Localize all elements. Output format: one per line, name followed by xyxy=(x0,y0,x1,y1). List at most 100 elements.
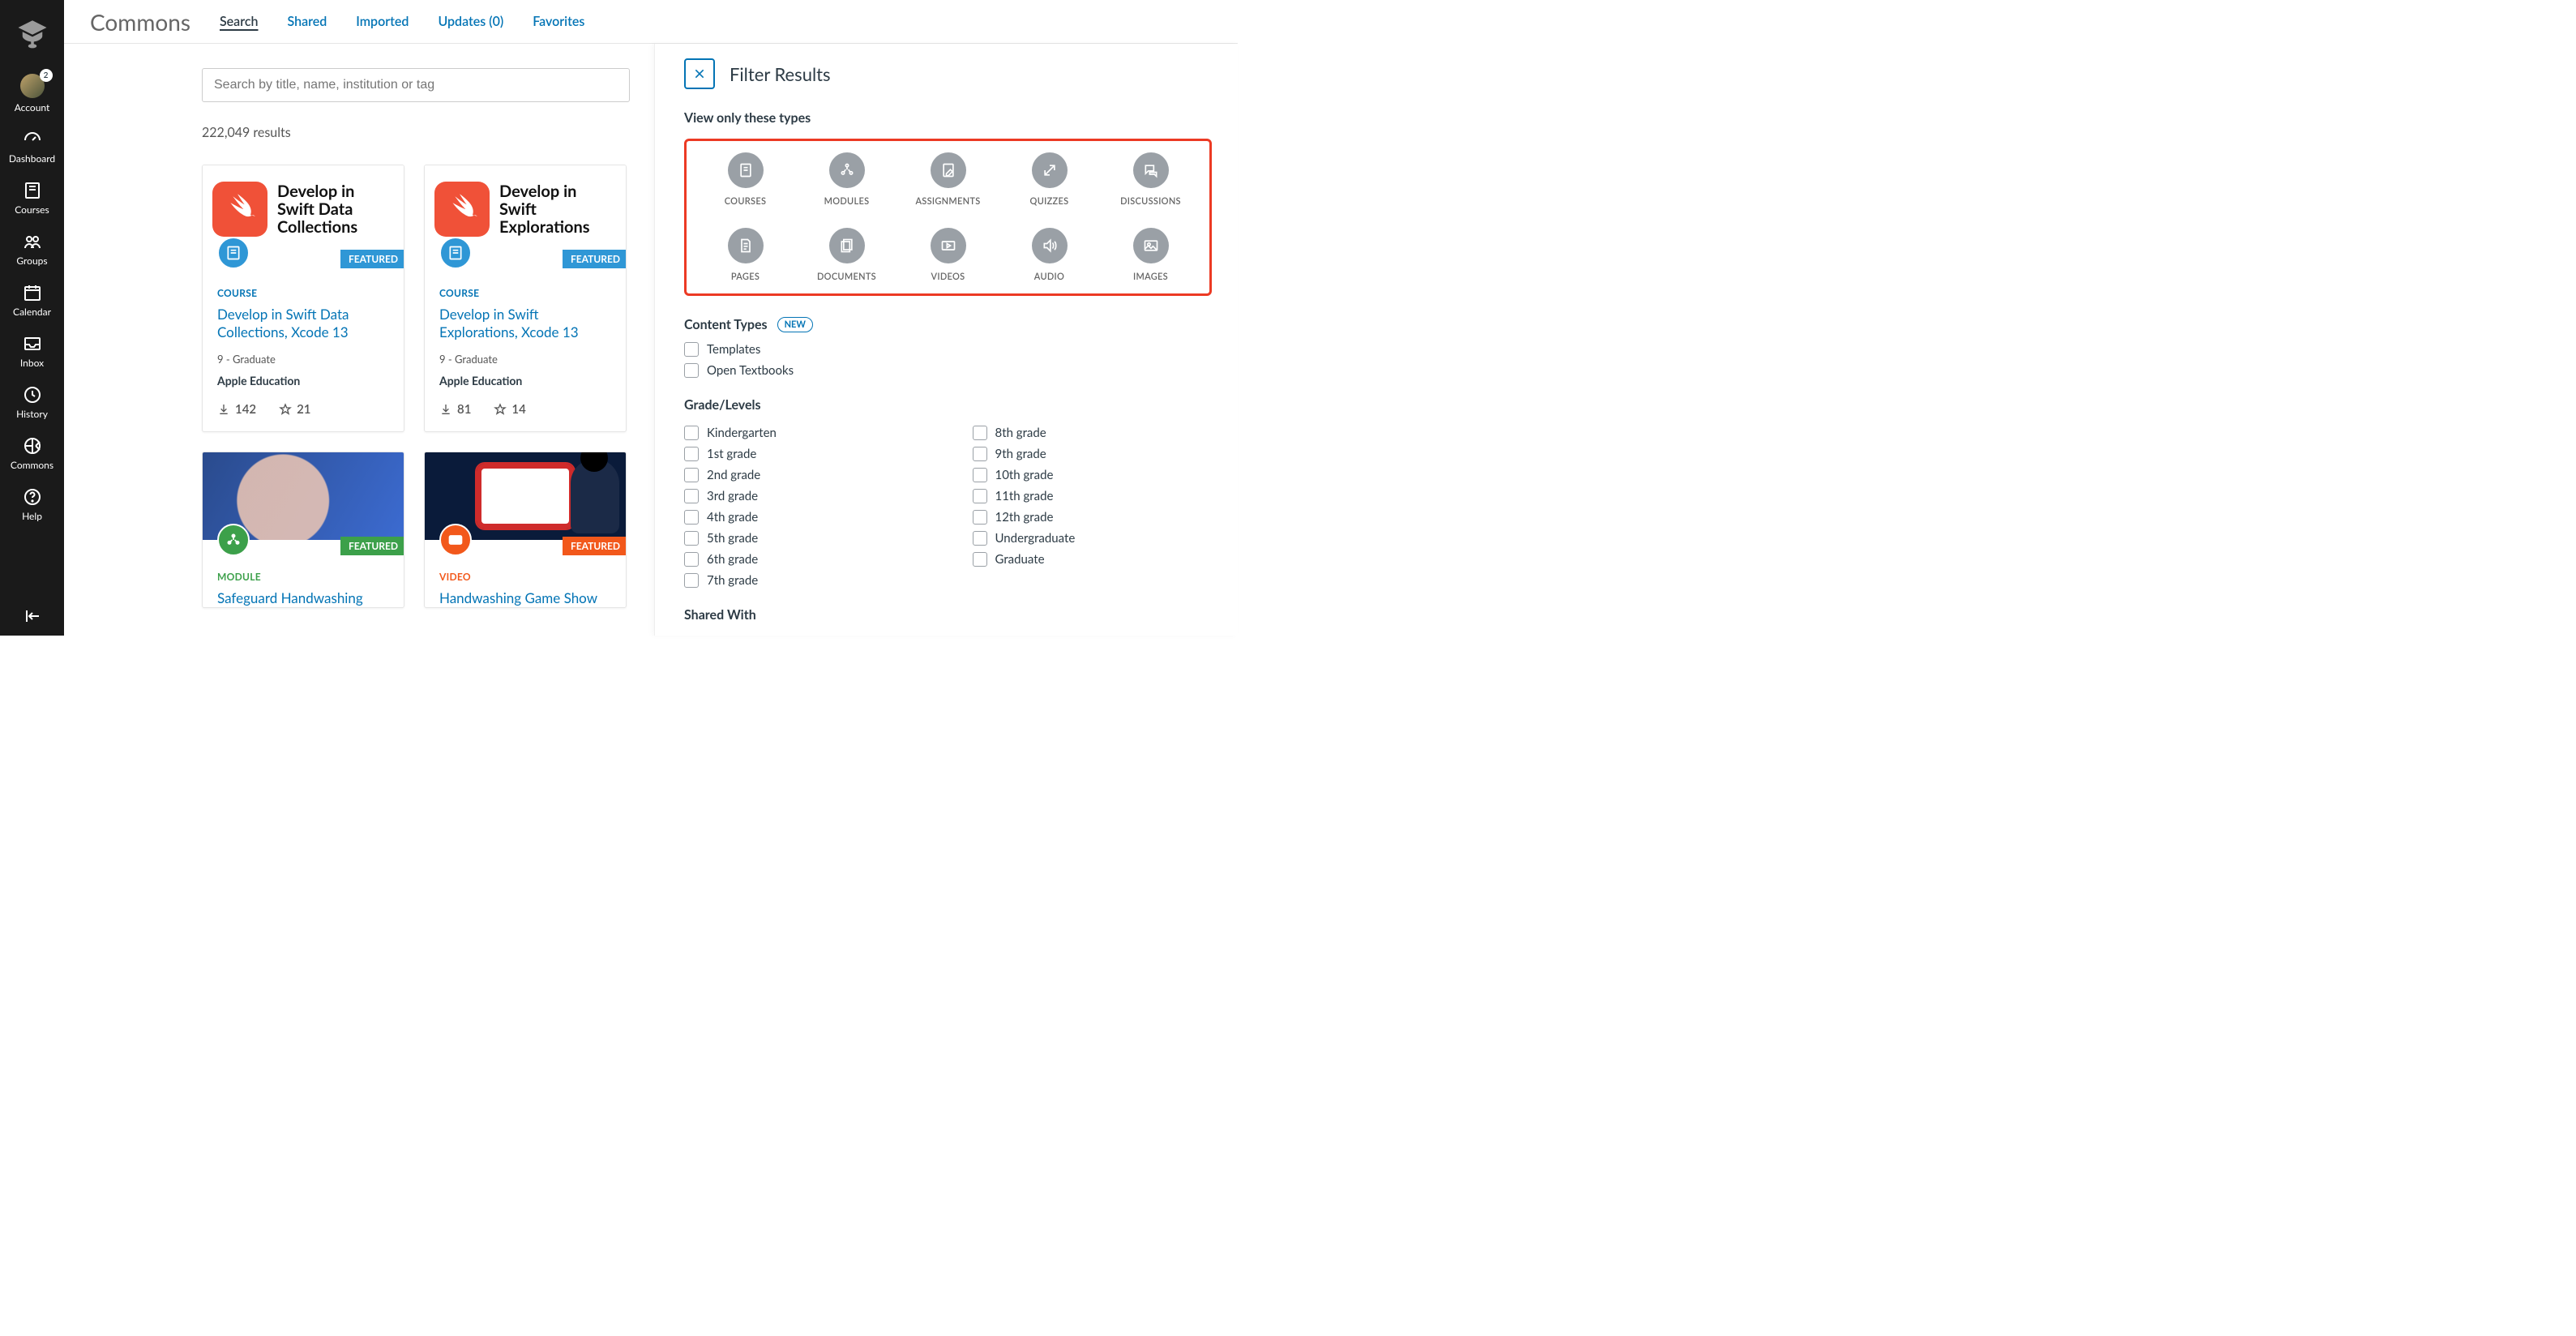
check-grade[interactable]: 3rd grade xyxy=(684,489,924,503)
type-videos[interactable]: VIDEOS xyxy=(897,228,999,282)
download-icon xyxy=(217,403,230,416)
card-kind: VIDEO xyxy=(439,571,611,583)
nav-help[interactable]: Help xyxy=(0,480,64,531)
check-templates[interactable]: Templates xyxy=(684,342,1212,357)
collapse-nav-icon[interactable] xyxy=(23,606,42,626)
check-grade[interactable]: 8th grade xyxy=(973,426,1213,440)
result-card[interactable]: Develop in Swift Explorations FEATURED C… xyxy=(424,165,627,432)
close-filter-button[interactable] xyxy=(684,58,715,89)
main-column: Commons Search Shared Imported Updates (… xyxy=(64,0,1238,636)
check-open-textbooks[interactable]: Open Textbooks xyxy=(684,363,1212,378)
check-grade[interactable]: 6th grade xyxy=(684,552,924,567)
downloads-stat: 142 xyxy=(217,402,256,417)
type-modules[interactable]: MODULES xyxy=(796,152,897,207)
nav-dashboard[interactable]: Dashboard xyxy=(0,122,64,173)
nav-label: Commons xyxy=(11,459,53,471)
nav-history[interactable]: History xyxy=(0,378,64,429)
thumb-title: Develop in Swift Data Collections xyxy=(277,182,394,236)
check-grade[interactable]: Undergraduate xyxy=(973,531,1213,546)
check-grade[interactable]: 12th grade xyxy=(973,510,1213,525)
close-icon xyxy=(693,67,706,80)
swift-icon xyxy=(434,182,490,237)
nav-groups[interactable]: Groups xyxy=(0,225,64,276)
check-grade[interactable]: 1st grade xyxy=(684,447,924,461)
check-grade[interactable]: 9th grade xyxy=(973,447,1213,461)
type-badge-course xyxy=(439,237,472,269)
account-badge: 2 xyxy=(40,69,53,82)
search-input[interactable] xyxy=(214,78,618,92)
check-grade[interactable]: 11th grade xyxy=(973,489,1213,503)
nav-label: Help xyxy=(22,510,42,522)
check-grade[interactable]: 10th grade xyxy=(973,468,1213,482)
filter-title: Filter Results xyxy=(730,63,831,85)
nav-commons[interactable]: Commons xyxy=(0,429,64,480)
tab-updates[interactable]: Updates (0) xyxy=(438,14,503,29)
type-courses[interactable]: COURSES xyxy=(695,152,796,207)
card-title[interactable]: Develop in Swift Data Collections, Xcode… xyxy=(217,306,389,341)
check-grade[interactable]: 7th grade xyxy=(684,573,924,588)
card-title[interactable]: Safeguard Handwashing xyxy=(217,589,389,607)
search-field[interactable] xyxy=(202,68,630,102)
check-grade[interactable]: 2nd grade xyxy=(684,468,924,482)
grades-heading: Grade/Levels xyxy=(684,397,1212,413)
download-icon xyxy=(439,403,452,416)
type-pages[interactable]: PAGES xyxy=(695,228,796,282)
nav-label: Courses xyxy=(15,203,49,216)
card-body: COURSE Develop in Swift Explorations, Xc… xyxy=(425,253,626,431)
nav-label: Calendar xyxy=(13,306,51,318)
favorites-stat: 14 xyxy=(494,402,525,417)
types-heading: View only these types xyxy=(684,110,1212,126)
featured-ribbon: FEATURED xyxy=(340,250,404,268)
card-author: Apple Education xyxy=(439,374,611,388)
type-quizzes[interactable]: QUIZZES xyxy=(999,152,1100,207)
thumb-title: Develop in Swift Explorations xyxy=(499,182,616,236)
card-title[interactable]: Handwashing Game Show xyxy=(439,589,611,607)
type-badge-video xyxy=(439,524,472,556)
downloads-stat: 81 xyxy=(439,402,471,417)
results-grid: Develop in Swift Data Collections FEATUR… xyxy=(202,165,630,608)
card-grades: 9 - Graduate xyxy=(439,353,611,366)
result-card[interactable]: Develop in Swift Data Collections FEATUR… xyxy=(202,165,404,432)
type-images[interactable]: IMAGES xyxy=(1100,228,1201,282)
check-grade[interactable]: Graduate xyxy=(973,552,1213,567)
featured-ribbon: FEATURED xyxy=(563,250,627,268)
check-grade[interactable]: 5th grade xyxy=(684,531,924,546)
result-count: 222,049 results xyxy=(202,125,630,140)
tab-favorites[interactable]: Favorites xyxy=(533,14,584,29)
card-kind: MODULE xyxy=(217,571,389,583)
star-icon xyxy=(279,403,292,416)
result-card[interactable]: FEATURED VIDEO Handwashing Game Show xyxy=(424,452,627,608)
nav-calendar[interactable]: Calendar xyxy=(0,276,64,327)
swift-icon xyxy=(212,182,267,237)
top-bar: Commons Search Shared Imported Updates (… xyxy=(64,0,1238,44)
result-card[interactable]: FEATURED MODULE Safeguard Handwashing xyxy=(202,452,404,608)
type-audio[interactable]: AUDIO xyxy=(999,228,1100,282)
type-discussions[interactable]: DISCUSSIONS xyxy=(1100,152,1201,207)
results-area: 222,049 results Develop in Swift Data Co… xyxy=(64,44,654,636)
nav-courses[interactable]: Courses xyxy=(0,173,64,225)
new-badge: NEW xyxy=(777,317,813,332)
grades-grid: Kindergarten 1st grade 2nd grade 3rd gra… xyxy=(684,426,1212,588)
check-grade[interactable]: Kindergarten xyxy=(684,426,924,440)
type-documents[interactable]: DOCUMENTS xyxy=(796,228,897,282)
card-kind: COURSE xyxy=(217,287,389,299)
nav-inbox[interactable]: Inbox xyxy=(0,327,64,378)
type-badge-course xyxy=(217,237,250,269)
tab-shared[interactable]: Shared xyxy=(288,14,327,29)
filter-panel: Filter Results View only these types COU… xyxy=(654,44,1238,636)
favorites-stat: 21 xyxy=(279,402,310,417)
card-author: Apple Education xyxy=(217,374,389,388)
featured-ribbon: FEATURED xyxy=(340,537,404,555)
check-grade[interactable]: 4th grade xyxy=(684,510,924,525)
shared-with-heading: Shared With xyxy=(684,607,1212,623)
global-nav: 2 Account Dashboard Courses Groups Calen… xyxy=(0,0,64,636)
type-assignments[interactable]: ASSIGNMENTS xyxy=(897,152,999,207)
tab-search[interactable]: Search xyxy=(220,14,259,29)
card-body: COURSE Develop in Swift Data Collections… xyxy=(203,253,404,431)
card-title[interactable]: Develop in Swift Explorations, Xcode 13 xyxy=(439,306,611,341)
tab-imported[interactable]: Imported xyxy=(356,14,409,29)
star-icon xyxy=(494,403,507,416)
content-types-heading: Content Types xyxy=(684,317,768,332)
nav-label: Account xyxy=(15,101,50,113)
nav-account[interactable]: 2 Account xyxy=(0,66,64,122)
